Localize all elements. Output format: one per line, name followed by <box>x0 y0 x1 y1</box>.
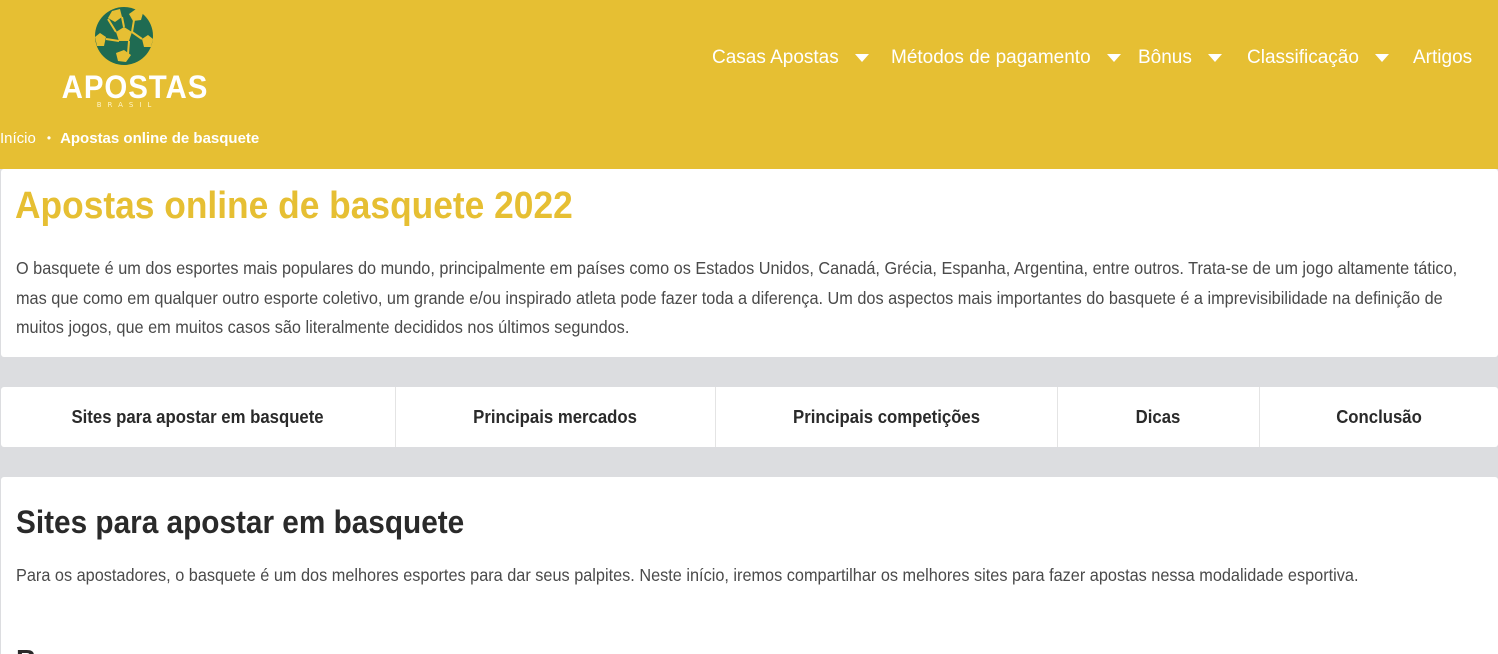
nav-item-casas-apostas[interactable]: Casas Apostas <box>712 44 869 72</box>
tab-sites-para-apostar[interactable]: Sites para apostar em basquete <box>1 387 396 447</box>
nav-item-label: Bônus <box>1138 47 1192 68</box>
intro-paragraph: O basquete é um dos esportes mais popula… <box>16 258 1458 337</box>
tab-conclusao[interactable]: Conclusão <box>1260 387 1498 447</box>
nav-item-label: Classificação <box>1247 47 1359 68</box>
breadcrumb-home-link[interactable]: Início <box>0 130 36 147</box>
next-heading: B <box>16 644 36 654</box>
section-paragraph: Para os apostadores, o basquete é um dos… <box>16 565 1359 585</box>
section-title: Sites para apostar em basquete <box>16 504 465 540</box>
caret-down-icon <box>854 54 869 62</box>
tab-principais-mercados[interactable]: Principais mercados <box>396 387 716 447</box>
page-title: Apostas online de basquete 2022 <box>15 185 573 227</box>
section-tabs: Sites para apostar em basquete Principai… <box>1 387 1498 447</box>
tab-label: Dicas <box>1136 406 1181 427</box>
nav-item-label: Artigos <box>1413 47 1473 68</box>
caret-down-icon <box>1106 54 1121 62</box>
tab-dicas[interactable]: Dicas <box>1058 387 1260 447</box>
logo-subtext: BRASIL <box>96 101 158 109</box>
site-header: APOSTAS BRASIL Casas Apostas Métodos de … <box>0 0 1498 169</box>
nav-item-label: Métodos de pagamento <box>891 47 1091 68</box>
tab-label: Sites para apostar em basquete <box>71 406 325 427</box>
tab-label: Conclusão <box>1336 406 1422 427</box>
main-nav: Casas Apostas Métodos de pagamento Bônus… <box>0 44 1498 72</box>
logo-text: APOSTAS <box>61 69 209 105</box>
caret-down-icon <box>1207 54 1222 62</box>
breadcrumb-separator: • <box>46 131 52 145</box>
tab-principais-competicoes[interactable]: Principais competições <box>716 387 1058 447</box>
tab-label: Principais mercados <box>473 406 638 427</box>
caret-down-icon <box>1374 54 1389 62</box>
nav-item-label: Casas Apostas <box>712 47 839 68</box>
nav-item-bonus[interactable]: Bônus <box>1138 44 1222 72</box>
nav-item-metodos-pagamento[interactable]: Métodos de pagamento <box>891 44 1121 72</box>
nav-item-artigos[interactable]: Artigos <box>1413 44 1472 72</box>
breadcrumb-current: Apostas online de basquete <box>60 129 260 147</box>
page: APOSTAS BRASIL Casas Apostas Métodos de … <box>0 0 1498 654</box>
nav-item-classificacao[interactable]: Classificação <box>1247 44 1389 72</box>
breadcrumb: Início • Apostas online de basquete <box>0 128 259 148</box>
tab-label: Principais competições <box>792 406 980 427</box>
